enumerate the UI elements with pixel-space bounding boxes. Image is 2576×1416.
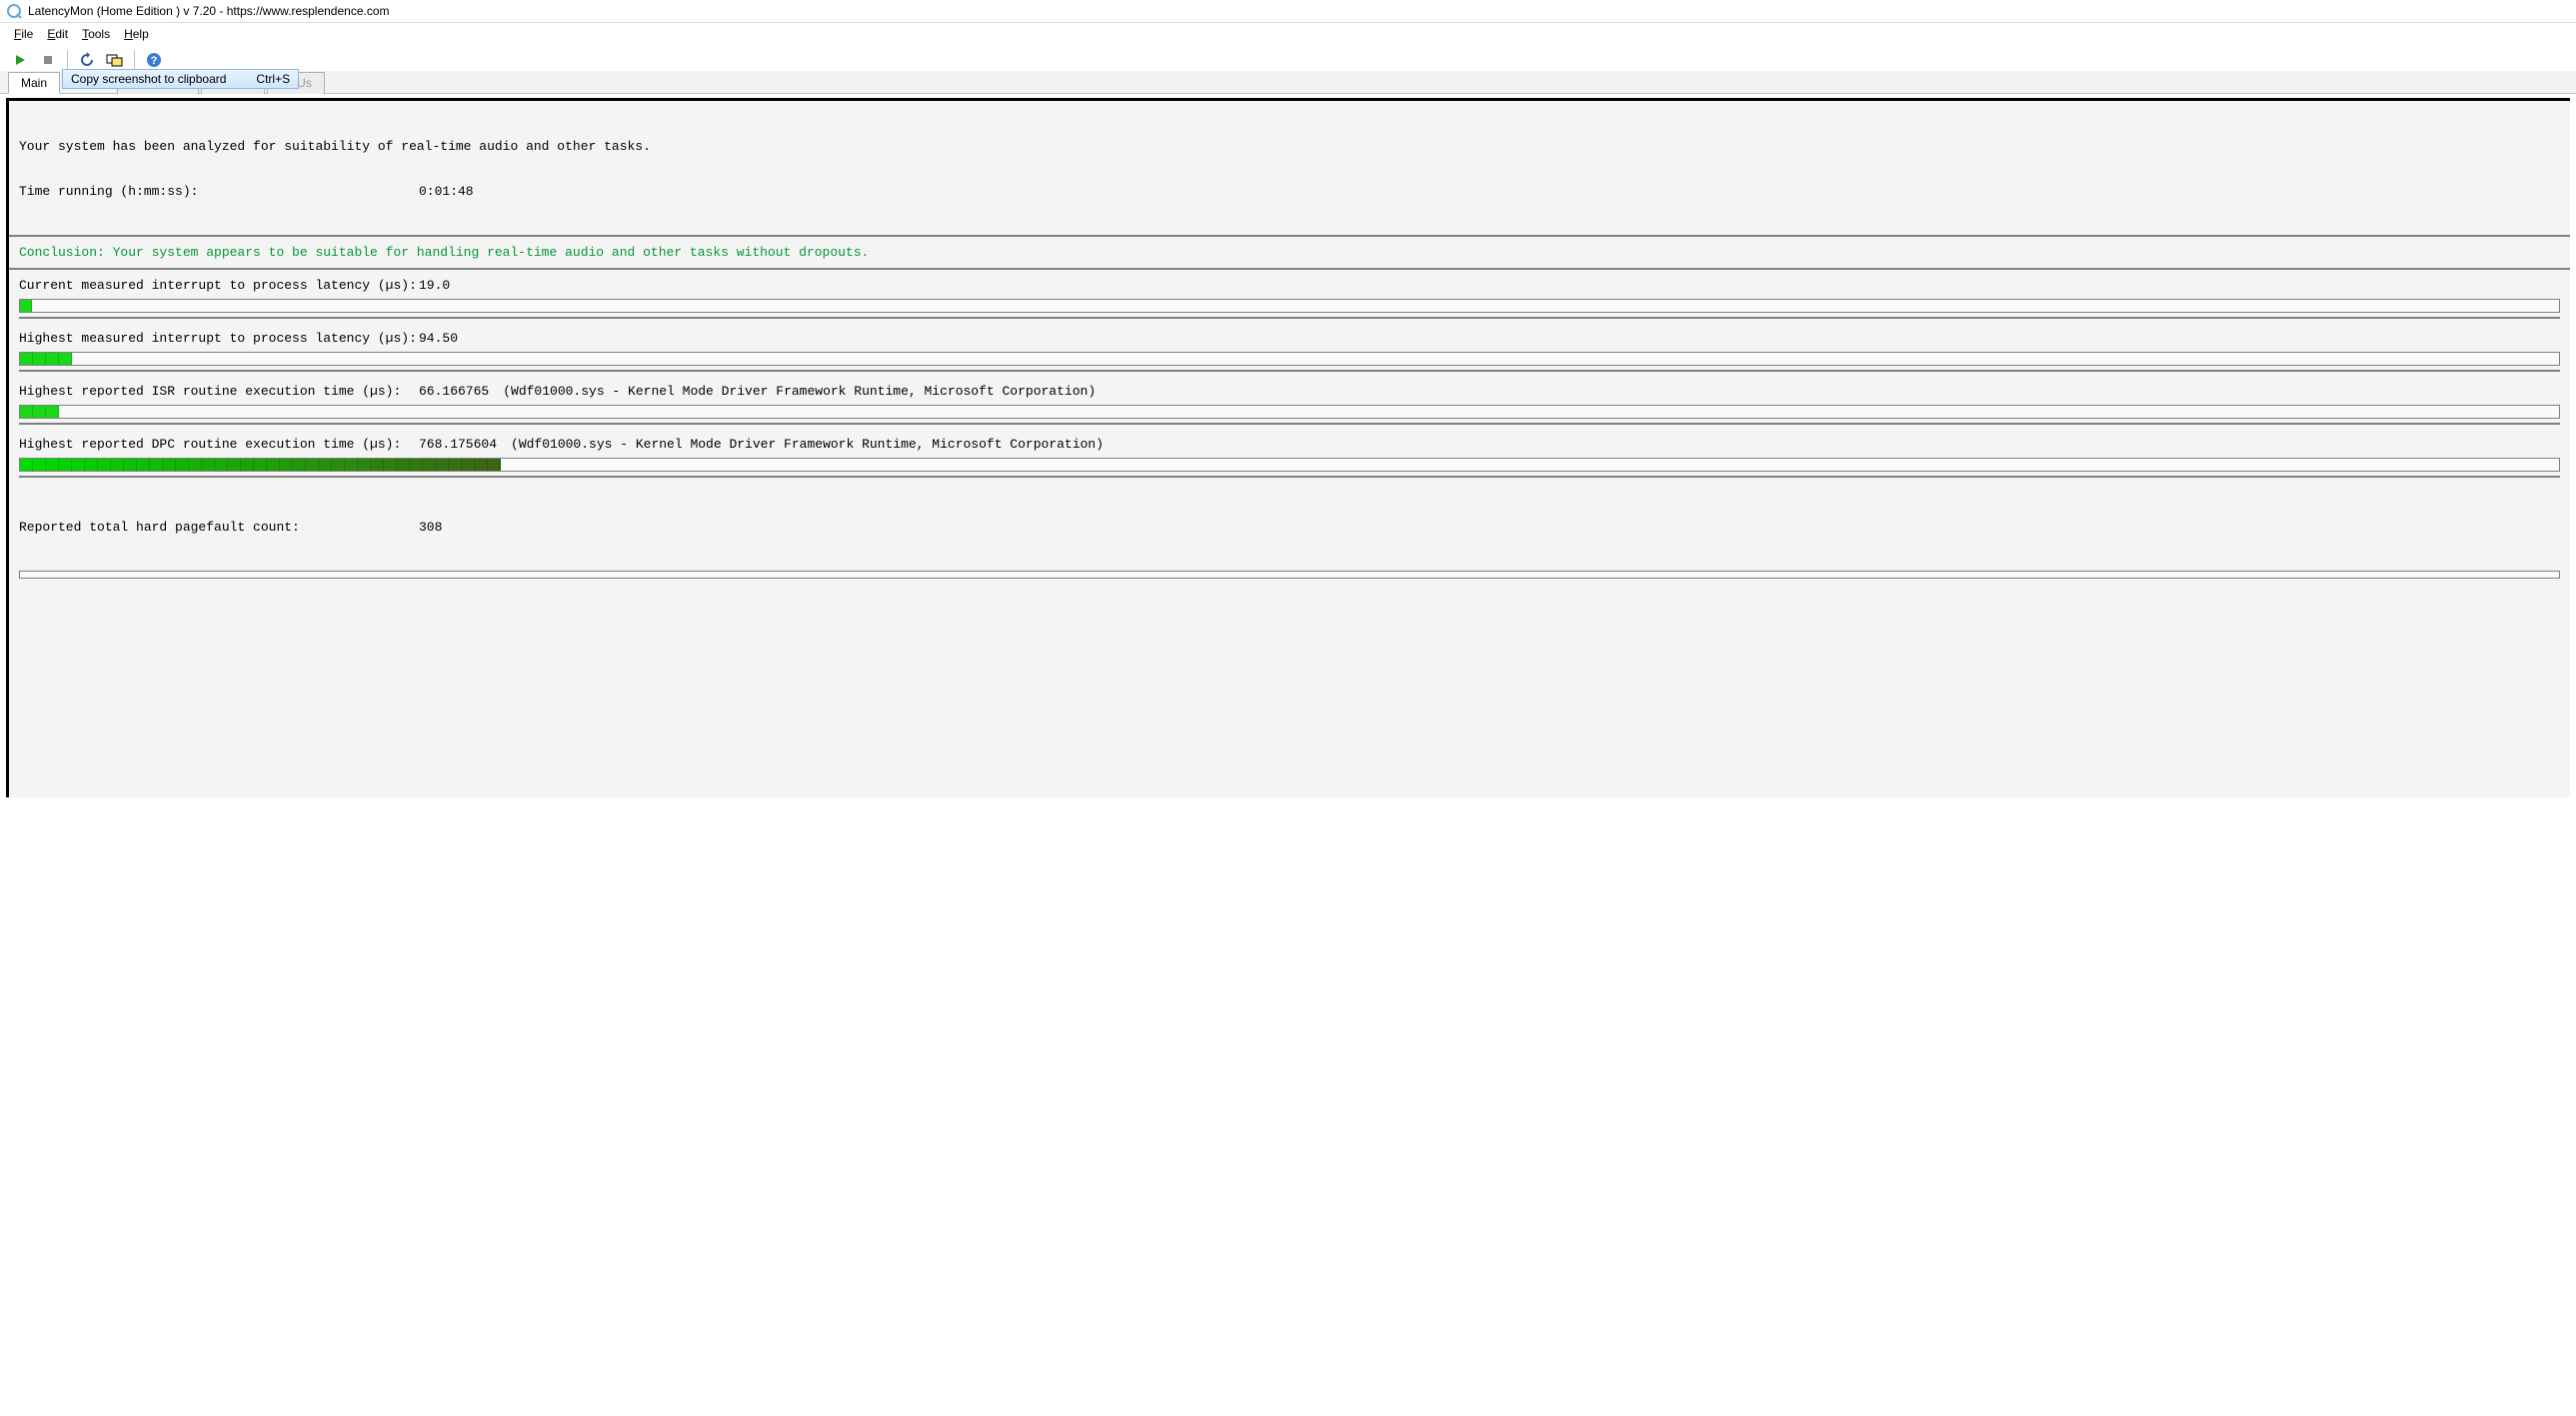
bar-segment bbox=[306, 459, 319, 471]
divider bbox=[19, 423, 2560, 425]
main-panel: Your system has been analyzed for suitab… bbox=[6, 98, 2570, 797]
menu-file[interactable]: File bbox=[8, 25, 39, 43]
bar-segment bbox=[371, 459, 384, 471]
bar-segment bbox=[98, 459, 111, 471]
bar-segment bbox=[124, 459, 137, 471]
analyzed-text: Your system has been analyzed for suitab… bbox=[19, 139, 2560, 154]
bar-segment bbox=[33, 406, 46, 418]
bar-segment bbox=[33, 459, 46, 471]
bar-segment bbox=[475, 459, 488, 471]
tooltip-text: Copy screenshot to clipboard bbox=[71, 72, 226, 86]
window-title: LatencyMon (Home Edition ) v 7.20 - http… bbox=[28, 4, 390, 18]
menu-help[interactable]: Help bbox=[118, 25, 155, 43]
metric-block: Highest measured interrupt to process la… bbox=[9, 323, 2570, 376]
bar-segment bbox=[59, 353, 72, 365]
bar-segment bbox=[163, 459, 176, 471]
bar-segment bbox=[46, 406, 59, 418]
metric-label: Highest reported DPC routine execution t… bbox=[19, 437, 419, 452]
bar-segment bbox=[254, 459, 267, 471]
metric-bar bbox=[19, 299, 2560, 313]
bar-segment bbox=[358, 459, 371, 471]
pagefault-value: 308 bbox=[419, 520, 442, 535]
bar-segment bbox=[189, 459, 202, 471]
bar-segment bbox=[436, 459, 449, 471]
bar-segment bbox=[384, 459, 397, 471]
pagefault-bar bbox=[19, 571, 2560, 579]
bar-segment bbox=[319, 459, 332, 471]
about-button[interactable]: ? bbox=[142, 49, 166, 71]
metric-block: Current measured interrupt to process la… bbox=[9, 270, 2570, 323]
metric-block: Highest reported DPC routine execution t… bbox=[9, 429, 2570, 482]
app-icon bbox=[6, 3, 22, 19]
menu-edit[interactable]: Edit bbox=[41, 25, 74, 43]
bar-segment bbox=[449, 459, 462, 471]
bar-segment bbox=[111, 459, 124, 471]
bar-segment bbox=[176, 459, 189, 471]
bar-segment bbox=[46, 353, 59, 365]
pagefault-label: Reported total hard pagefault count: bbox=[19, 520, 419, 535]
bar-segment bbox=[59, 459, 72, 471]
metric-bar bbox=[19, 405, 2560, 419]
bar-segment bbox=[410, 459, 423, 471]
metric-bar bbox=[19, 458, 2560, 472]
menu-bar: File Edit Tools Help bbox=[0, 23, 2576, 45]
bar-segment bbox=[20, 459, 33, 471]
screenshot-button[interactable] bbox=[103, 49, 127, 71]
bar-segment bbox=[150, 459, 163, 471]
title-bar: LatencyMon (Home Edition ) v 7.20 - http… bbox=[0, 0, 2576, 23]
svg-text:?: ? bbox=[151, 55, 158, 67]
metric-label: Highest reported ISR routine execution t… bbox=[19, 384, 419, 399]
pagefault-block: Reported total hard pagefault count: 308 bbox=[9, 482, 2570, 613]
bar-segment bbox=[280, 459, 293, 471]
metric-label: Highest measured interrupt to process la… bbox=[19, 331, 419, 346]
refresh-button[interactable] bbox=[75, 49, 99, 71]
bar-segment bbox=[72, 459, 85, 471]
bar-segment bbox=[46, 459, 59, 471]
bar-segment bbox=[33, 353, 46, 365]
menu-tools[interactable]: Tools bbox=[76, 25, 116, 43]
toolbar-separator-2 bbox=[134, 50, 135, 70]
time-running-label: Time running (h:mm:ss): bbox=[19, 184, 419, 199]
bar-segment bbox=[20, 300, 32, 312]
metric-value: 768.175604 bbox=[419, 437, 497, 452]
bar-segment bbox=[488, 459, 501, 471]
metric-bar bbox=[19, 352, 2560, 366]
time-running-value: 0:01:48 bbox=[419, 184, 474, 199]
metric-value: 19.0 bbox=[419, 278, 450, 293]
metric-extra: (Wdf01000.sys - Kernel Mode Driver Frame… bbox=[503, 384, 1096, 399]
conclusion-text: Conclusion: Your system appears to be su… bbox=[9, 237, 2570, 270]
toolbar-separator bbox=[67, 50, 68, 70]
metric-label: Current measured interrupt to process la… bbox=[19, 278, 419, 293]
tooltip: Copy screenshot to clipboard Ctrl+S bbox=[62, 69, 299, 89]
bar-segment bbox=[423, 459, 436, 471]
bar-segment bbox=[20, 406, 33, 418]
bar-segment bbox=[202, 459, 215, 471]
bar-segment bbox=[137, 459, 150, 471]
tooltip-shortcut: Ctrl+S bbox=[256, 72, 290, 86]
metric-block: Highest reported ISR routine execution t… bbox=[9, 376, 2570, 429]
bar-segment bbox=[397, 459, 410, 471]
toolbar: ? Copy screenshot to clipboard Ctrl+S bbox=[0, 45, 2576, 73]
bar-segment bbox=[215, 459, 228, 471]
bar-segment bbox=[332, 459, 345, 471]
metric-extra: (Wdf01000.sys - Kernel Mode Driver Frame… bbox=[511, 437, 1104, 452]
analysis-header: Your system has been analyzed for suitab… bbox=[9, 101, 2570, 237]
play-button[interactable] bbox=[8, 49, 32, 71]
bar-segment bbox=[267, 459, 280, 471]
bar-segment bbox=[241, 459, 254, 471]
stop-button[interactable] bbox=[36, 49, 60, 71]
tab-bar: Main Stats Processes Drivers CPUs bbox=[0, 71, 2576, 94]
bar-segment bbox=[462, 459, 475, 471]
divider bbox=[19, 370, 2560, 372]
metric-value: 66.166765 bbox=[419, 384, 489, 399]
metric-value: 94.50 bbox=[419, 331, 458, 346]
tab-main[interactable]: Main bbox=[8, 72, 60, 94]
bar-segment bbox=[228, 459, 241, 471]
bar-segment bbox=[345, 459, 358, 471]
bar-segment bbox=[293, 459, 306, 471]
divider bbox=[19, 317, 2560, 319]
divider bbox=[19, 476, 2560, 478]
bar-segment bbox=[85, 459, 98, 471]
bar-segment bbox=[20, 353, 33, 365]
